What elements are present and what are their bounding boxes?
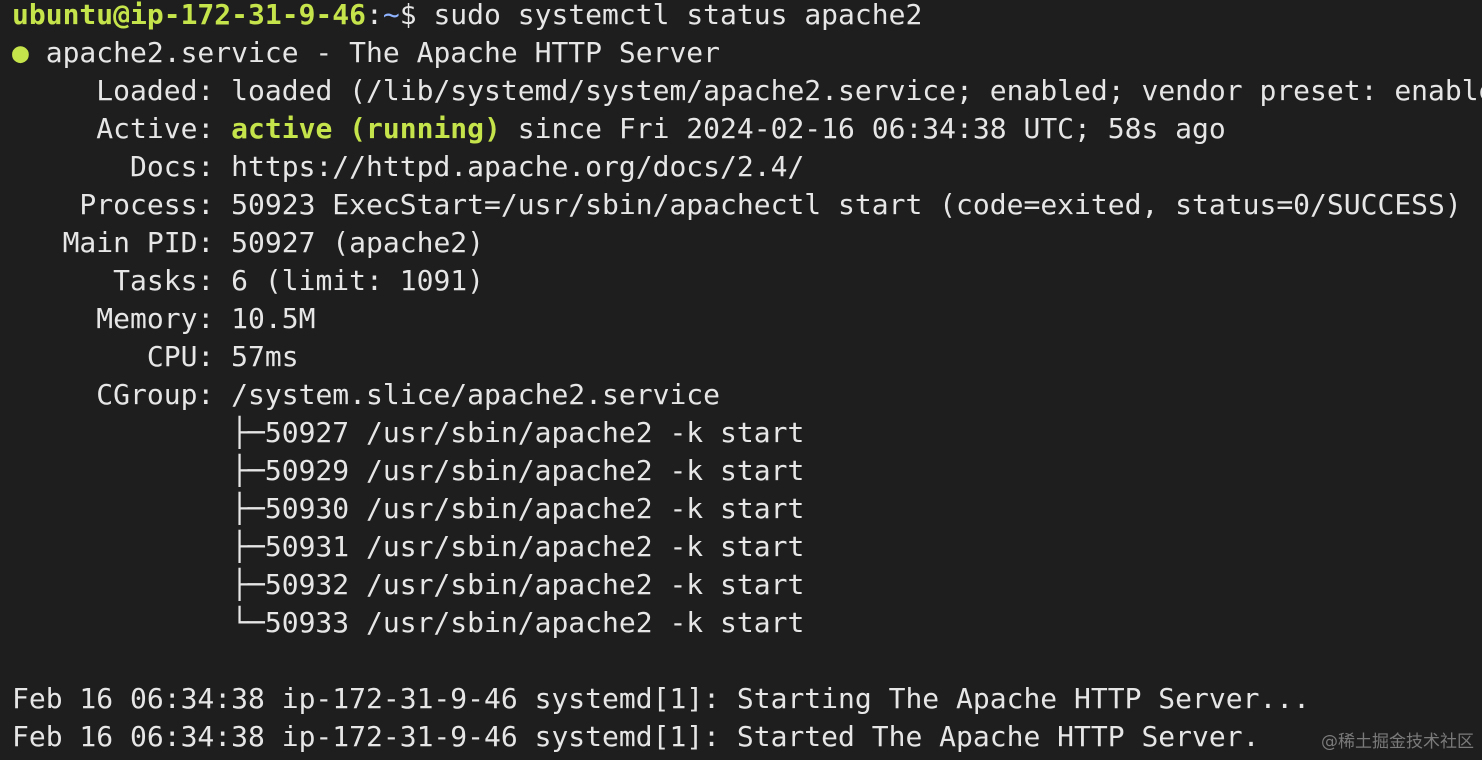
active-label: Active: bbox=[12, 112, 232, 145]
tasks-line: Tasks: 6 (limit: 1091) bbox=[12, 262, 1482, 300]
cgroup-line: CGroup: /system.slice/apache2.service bbox=[12, 376, 1482, 414]
terminal-output[interactable]: ubuntu@ip-172-31-9-46:~$ sudo systemctl … bbox=[12, 0, 1482, 760]
cgroup-tree-item: ├─50929 /usr/sbin/apache2 -k start bbox=[12, 454, 805, 487]
memory-line: Memory: 10.5M bbox=[12, 300, 1482, 338]
prompt-path: ~ bbox=[382, 0, 400, 31]
cpu-value: 57ms bbox=[231, 340, 299, 373]
main-pid-value: 50927 (apache2) bbox=[231, 226, 485, 259]
docs-link: https://httpd.apache.org/docs/2.4/ bbox=[231, 150, 805, 183]
log-line: Feb 16 06:34:38 ip-172-31-9-46 systemd[1… bbox=[12, 720, 1260, 753]
loaded-label: Loaded: bbox=[12, 74, 232, 107]
docs-label: Docs: bbox=[12, 150, 232, 183]
cpu-line: CPU: 57ms bbox=[12, 338, 1482, 376]
service-title: apache2.service - The Apache HTTP Server bbox=[28, 36, 721, 69]
memory-value: 10.5M bbox=[231, 302, 316, 335]
active-since: since Fri 2024-02-16 06:34:38 UTC; 58s a… bbox=[500, 112, 1226, 145]
cpu-label: CPU: bbox=[12, 340, 232, 373]
prompt-separator: : bbox=[366, 0, 383, 31]
tasks-value: 6 (limit: 1091) bbox=[231, 264, 485, 297]
active-state: active (running) bbox=[231, 112, 501, 145]
memory-label: Memory: bbox=[12, 302, 232, 335]
docs-line: Docs: https://httpd.apache.org/docs/2.4/ bbox=[12, 148, 1482, 186]
command-text: sudo systemctl status apache2 bbox=[433, 0, 923, 31]
cgroup-value: /system.slice/apache2.service bbox=[231, 378, 721, 411]
cgroup-tree-item: ├─50931 /usr/sbin/apache2 -k start bbox=[12, 530, 805, 563]
prompt-user-host: ubuntu@ip-172-31-9-46 bbox=[12, 0, 367, 31]
service-title-line: ● apache2.service - The Apache HTTP Serv… bbox=[12, 34, 1482, 72]
cgroup-tree-item: ├─50930 /usr/sbin/apache2 -k start bbox=[12, 492, 805, 525]
prompt-dollar: $ bbox=[399, 0, 434, 31]
watermark: @稀土掘金技术社区 bbox=[1321, 732, 1474, 752]
tasks-label: Tasks: bbox=[12, 264, 232, 297]
cgroup-tree-item: ├─50927 /usr/sbin/apache2 -k start bbox=[12, 416, 805, 449]
status-dot-icon: ● bbox=[12, 36, 29, 69]
cgroup-label: CGroup: bbox=[12, 378, 232, 411]
process-value: 50923 ExecStart=/usr/sbin/apachectl star… bbox=[231, 188, 1462, 221]
loaded-line: Loaded: loaded (/lib/systemd/system/apac… bbox=[12, 72, 1482, 110]
active-line: Active: active (running) since Fri 2024-… bbox=[12, 110, 1482, 148]
cgroup-tree-item: ├─50932 /usr/sbin/apache2 -k start bbox=[12, 568, 805, 601]
cgroup-tree-item: └─50933 /usr/sbin/apache2 -k start bbox=[12, 606, 805, 639]
prompt-line: ubuntu@ip-172-31-9-46:~$ sudo systemctl … bbox=[12, 0, 1482, 34]
process-label: Process: bbox=[12, 188, 232, 221]
main-pid-line: Main PID: 50927 (apache2) bbox=[12, 224, 1482, 262]
loaded-value: loaded (/lib/systemd/system/apache2.serv… bbox=[231, 74, 1482, 107]
process-line: Process: 50923 ExecStart=/usr/sbin/apach… bbox=[12, 186, 1482, 224]
log-line: Feb 16 06:34:38 ip-172-31-9-46 systemd[1… bbox=[12, 682, 1311, 715]
main-pid-label: Main PID: bbox=[12, 226, 232, 259]
